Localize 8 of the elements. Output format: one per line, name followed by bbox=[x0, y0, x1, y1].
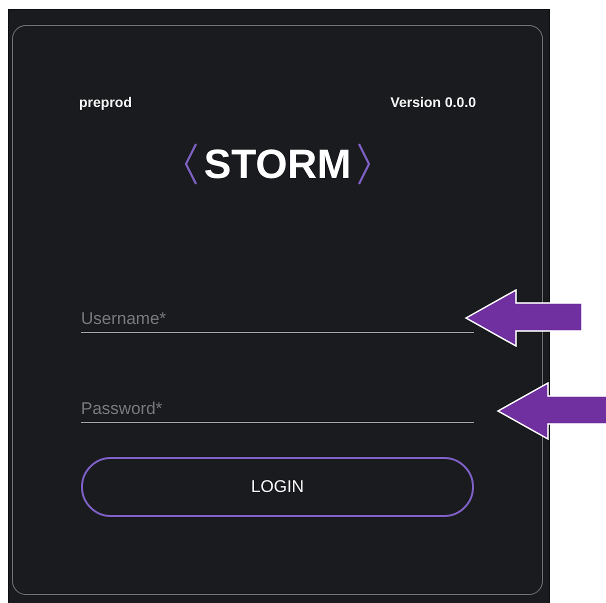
password-field[interactable]: Password* bbox=[81, 396, 474, 423]
left-bracket-icon bbox=[184, 143, 198, 185]
environment-label: preprod bbox=[79, 94, 132, 110]
right-bracket-icon bbox=[357, 143, 372, 185]
username-field[interactable]: Username* bbox=[81, 306, 474, 333]
login-button[interactable]: LOGIN bbox=[81, 457, 474, 517]
version-label: Version 0.0.0 bbox=[390, 94, 476, 110]
logo-text: STORM bbox=[204, 140, 352, 188]
